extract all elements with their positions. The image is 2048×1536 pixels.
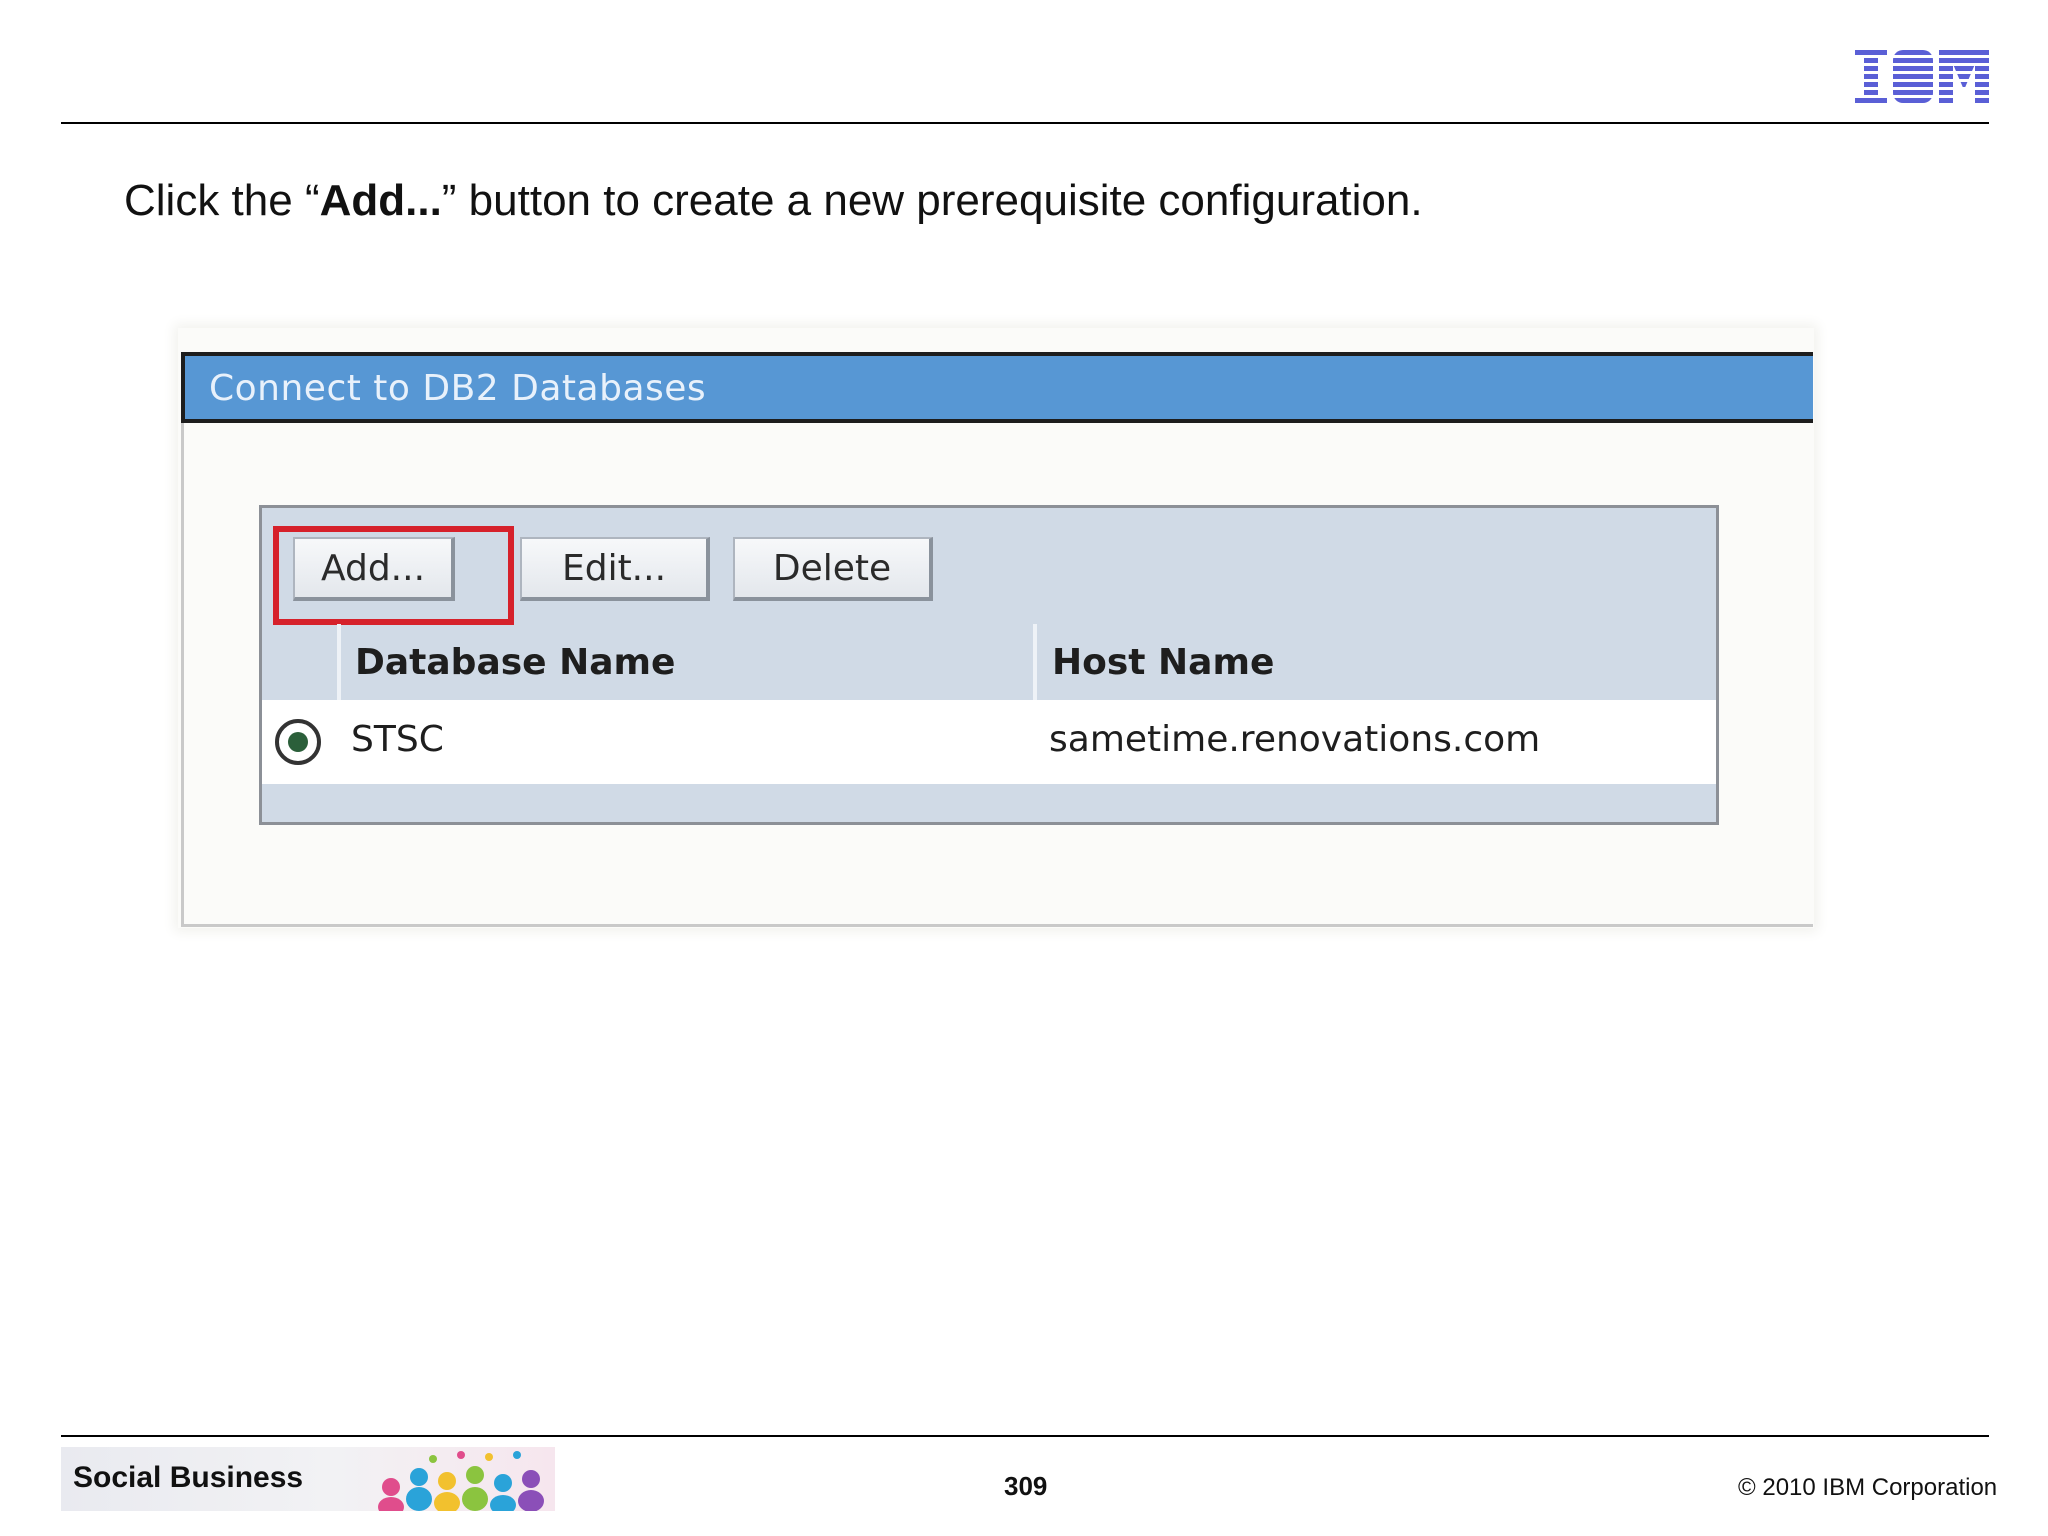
column-separator — [337, 624, 341, 701]
column-header-host-name[interactable]: Host Name — [1052, 642, 1274, 683]
footer-banner: Social Business — [61, 1447, 555, 1511]
header-rule — [61, 122, 1989, 124]
panel-header: Connect to DB2 Databases — [181, 352, 1813, 423]
instruction-bold: Add... — [319, 176, 442, 225]
row-select-radio[interactable] — [275, 719, 321, 765]
cell-database-name: STSC — [351, 719, 444, 760]
delete-button[interactable]: Delete — [733, 537, 933, 601]
add-button-highlight — [273, 526, 514, 625]
panel-title: Connect to DB2 Databases — [209, 368, 707, 409]
ibm-logo — [1855, 50, 1989, 103]
page-number: 309 — [1004, 1471, 1048, 1501]
footer-brand: Social Business — [73, 1461, 304, 1494]
edit-button[interactable]: Edit... — [520, 537, 710, 601]
instruction-prefix: Click the “ — [124, 176, 320, 225]
column-separator — [1033, 624, 1037, 701]
copyright-text: © 2010 IBM Corporation — [1738, 1474, 1998, 1501]
radio-selected-dot — [288, 732, 308, 752]
cell-host-name: sametime.renovations.com — [1049, 719, 1541, 760]
people-illustration-icon — [378, 1451, 544, 1511]
database-table: Add... Edit... Delete Database Name Host… — [259, 505, 1719, 825]
column-header-database-name[interactable]: Database Name — [355, 642, 675, 683]
instruction-text: Click the “Add...” button to create a ne… — [124, 176, 1423, 226]
instruction-suffix: ” button to create a new prerequisite co… — [441, 176, 1423, 225]
footer-rule — [61, 1435, 1989, 1437]
